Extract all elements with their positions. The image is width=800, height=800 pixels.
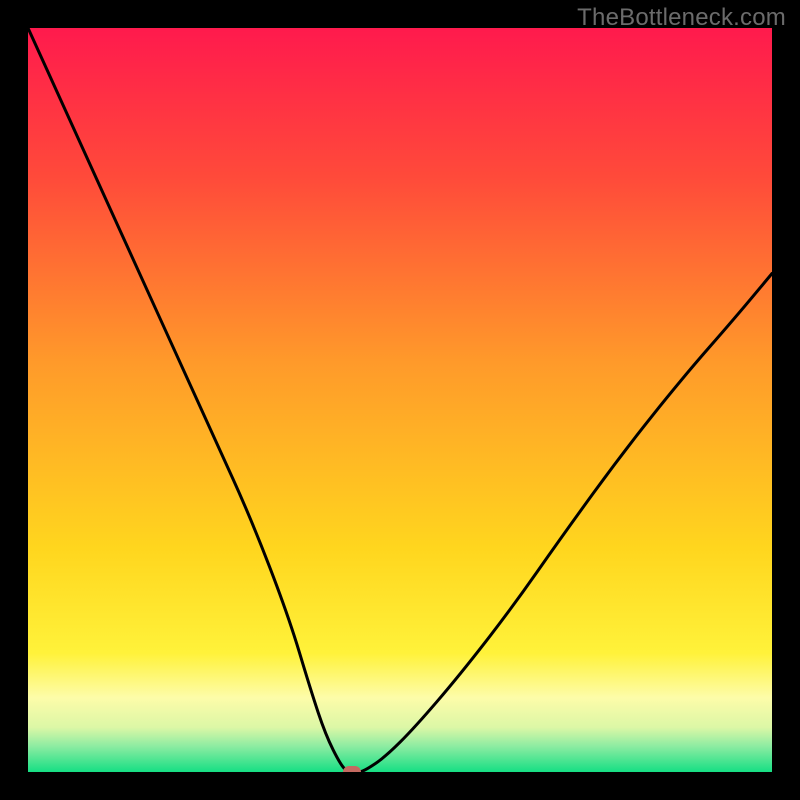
- plot-area: [28, 28, 772, 772]
- chart-background-gradient: [28, 28, 772, 772]
- optimal-point-marker: [343, 766, 361, 772]
- chart-container: TheBottleneck.com: [0, 0, 800, 800]
- watermark-text: TheBottleneck.com: [577, 4, 786, 32]
